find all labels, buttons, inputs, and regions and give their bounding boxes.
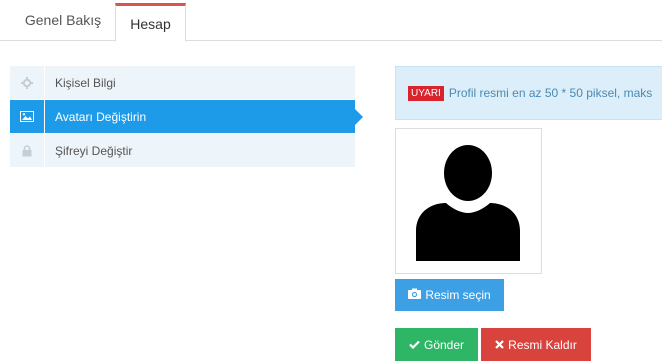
close-icon [495,338,504,352]
tab-genel-bakis[interactable]: Genel Bakış [10,0,116,41]
menu-item-personal-info[interactable]: Kişisel Bilgi [10,65,355,100]
avatar-preview [395,128,542,274]
menu-item-change-password[interactable]: Şifreyi Değiştir [10,133,355,168]
account-menu: Kişisel Bilgi Avatarı Değiştirin Şifreyi… [10,65,363,168]
choose-image-button[interactable]: Resim seçin [395,279,504,311]
check-icon [409,338,420,352]
image-icon [10,99,45,134]
tab-bar: Genel Bakış Hesap [0,0,662,42]
alert-text: Profil resmi en az 50 * 50 piksel, maks [448,86,653,100]
lock-icon [10,133,45,168]
remove-label: Resmi Kaldır [508,337,577,352]
tab-hesap[interactable]: Hesap [115,3,186,42]
send-label: Gönder [423,337,465,352]
warning-alert: UYARI Profil resmi en az 50 * 50 piksel,… [395,66,662,120]
menu-item-label: Avatarı Değiştirin [55,109,147,124]
gear-icon [10,65,45,100]
camera-icon [408,288,422,302]
remove-image-button[interactable]: Resmi Kaldır [481,328,591,361]
menu-item-label: Kişisel Bilgi [55,75,116,90]
warning-badge: UYARI [408,85,444,101]
menu-item-label: Şifreyi Değiştir [55,143,133,158]
choose-image-label: Resim seçin [425,288,491,302]
send-button[interactable]: Gönder [395,328,478,361]
menu-item-change-avatar[interactable]: Avatarı Değiştirin [10,99,363,134]
user-silhouette-icon [416,145,520,261]
